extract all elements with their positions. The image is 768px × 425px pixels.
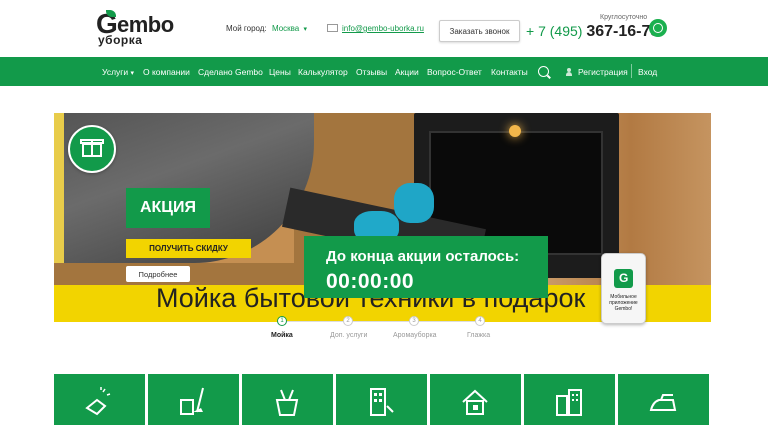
service-tile-office[interactable] — [524, 374, 615, 425]
register-link[interactable]: Регистрация — [578, 67, 628, 77]
banner-oven-light — [509, 125, 521, 137]
service-tile-ironing[interactable] — [618, 374, 709, 425]
login-link[interactable]: Вход — [638, 67, 657, 77]
step-label[interactable]: Доп. услуги — [330, 332, 367, 339]
countdown-box: До конца акции осталось: 00:00:00 — [304, 236, 548, 298]
office-icon — [556, 389, 582, 416]
city-label: Мой город: — [226, 24, 267, 33]
countdown-title: До конца акции осталось: — [326, 248, 520, 265]
nav-item-promotions[interactable]: Акции — [395, 67, 419, 77]
nav-item-portfolio[interactable]: Сделано Gembo — [198, 67, 263, 77]
user-icon — [566, 68, 572, 76]
house-icon — [462, 389, 488, 415]
whatsapp-icon[interactable] — [649, 19, 667, 37]
service-tile-cleaning[interactable] — [54, 374, 145, 425]
step-label[interactable]: Мойка — [271, 332, 293, 339]
service-tile-supplies[interactable] — [242, 374, 333, 425]
chevron-down-icon: ▾ — [130, 70, 135, 77]
service-tile-building[interactable] — [336, 374, 427, 425]
promo-label: АКЦИЯ — [126, 188, 210, 228]
iron-icon — [649, 394, 677, 411]
service-tile-housekeeping[interactable] — [148, 374, 239, 425]
main-nav: Услуги ▾ О компании Сделано Gembo Цены К… — [0, 57, 768, 86]
city-value[interactable]: Москва — [272, 24, 299, 33]
mobile-app-promo[interactable]: Мобильное приложение Gembo! — [601, 253, 646, 324]
housekeeping-icon — [180, 387, 204, 415]
nav-label: Услуги — [102, 67, 129, 77]
countdown-timer: 00:00:00 — [326, 270, 415, 293]
gift-ribbon — [91, 139, 93, 157]
email-link[interactable]: info@gembo-uborka.ru — [327, 23, 424, 33]
email-text[interactable]: info@gembo-uborka.ru — [342, 24, 424, 33]
phone-prefix: + 7 (495) — [526, 23, 583, 39]
phone-number[interactable]: + 7 (495) 367-16-75 — [526, 23, 659, 41]
nav-item-about[interactable]: О компании — [143, 67, 190, 77]
city-selector[interactable]: Мой город: Москва ▾ — [226, 24, 307, 33]
nav-item-contacts[interactable]: Контакты — [491, 67, 528, 77]
building-icon — [370, 388, 394, 416]
search-icon[interactable] — [538, 66, 549, 77]
banner-glove — [394, 183, 434, 223]
callback-button[interactable]: Заказать звонок — [439, 20, 520, 42]
bucket-icon — [275, 389, 299, 416]
nav-item-prices[interactable]: Цены — [269, 67, 291, 77]
more-button[interactable]: Подробнее — [126, 266, 190, 282]
app-logo-icon — [614, 269, 633, 288]
step-label[interactable]: Глажка — [467, 332, 490, 339]
envelope-icon — [327, 23, 338, 32]
logo-subtitle: уборка — [98, 33, 143, 47]
nav-item-reviews[interactable]: Отзывы — [356, 67, 387, 77]
steps-track — [283, 321, 483, 322]
service-tile-house[interactable] — [430, 374, 521, 425]
get-discount-button[interactable]: ПОЛУЧИТЬ СКИДКУ — [126, 239, 251, 258]
step-4[interactable]: 4 — [475, 316, 485, 326]
nav-divider — [631, 64, 632, 78]
header: G embo уборка Мой город: Москва ▾ info@g… — [0, 0, 768, 57]
step-label[interactable]: Аромауборка — [393, 332, 437, 339]
phone-hours: Круглосуточно — [600, 14, 648, 21]
gift-icon[interactable] — [68, 125, 116, 173]
chevron-down-icon: ▾ — [303, 26, 307, 33]
nav-item-calculator[interactable]: Калькулятор — [298, 67, 348, 77]
step-3[interactable]: 3 — [409, 316, 419, 326]
logo[interactable]: G embo уборка — [96, 8, 196, 47]
step-2[interactable]: 2 — [343, 316, 353, 326]
step-1[interactable]: 1 — [277, 316, 287, 326]
nav-item-faq[interactable]: Вопрос-Ответ — [427, 67, 482, 77]
cleaning-icon — [85, 387, 111, 416]
app-promo-text: Мобильное приложение Gembo! — [609, 294, 638, 312]
nav-item-services[interactable]: Услуги ▾ — [102, 67, 134, 77]
